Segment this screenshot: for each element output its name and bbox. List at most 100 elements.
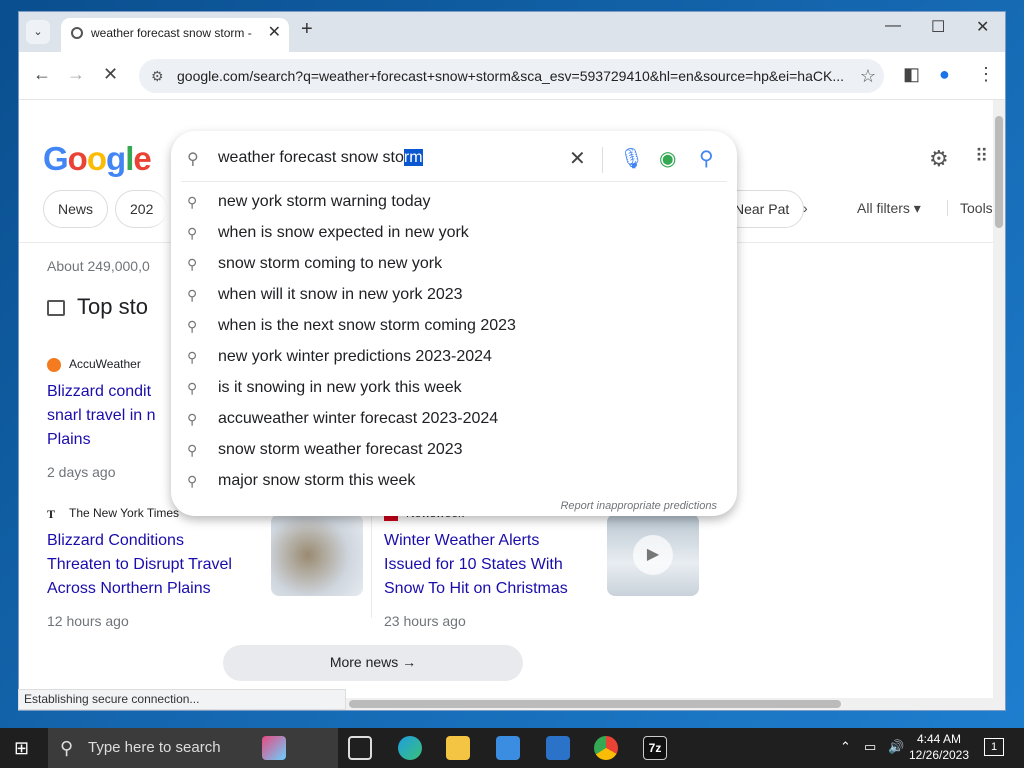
story-thumbnail[interactable]	[271, 514, 363, 596]
all-filters-button[interactable]: All filters ▾	[857, 200, 921, 217]
story-headline[interactable]: Winter Weather Alerts Issued for 10 Stat…	[384, 529, 584, 601]
url-text: google.com/search?q=weather+forecast+sno…	[177, 68, 844, 84]
suggestion-text: snow storm coming to new york	[218, 255, 443, 272]
divider	[181, 181, 727, 182]
google-logo[interactable]: Google	[43, 140, 152, 178]
clock[interactable]: 4:44 AM 12/26/2023	[900, 731, 978, 763]
chevron-right-icon[interactable]: ›	[803, 200, 808, 216]
file-explorer-icon[interactable]	[446, 736, 470, 760]
suggestion-item[interactable]: ⚲ new york storm warning today	[171, 189, 737, 220]
bookmark-star-icon[interactable]: ☆	[860, 59, 876, 93]
suggestion-text: when is snow expected in new york	[218, 224, 469, 241]
scrollbar-thumb[interactable]	[349, 700, 841, 708]
suggestion-item[interactable]: ⚲ when is snow expected in new york	[171, 220, 737, 251]
search-icon: ⚲	[187, 225, 198, 241]
suggestion-item[interactable]: ⚲ is it snowing in new york this week	[171, 375, 737, 406]
back-icon[interactable]: ←	[33, 64, 51, 85]
search-highlight-icon[interactable]	[262, 736, 286, 760]
suggestion-text: is it snowing in new york this week	[218, 379, 462, 396]
search-icon: ⚲	[187, 380, 198, 396]
search-icon: ⚲	[187, 287, 198, 303]
play-icon: ▶	[633, 535, 673, 575]
all-filters-label: All filters	[857, 200, 910, 216]
search-icon: ⚲	[187, 442, 198, 458]
suggestion-text: new york storm warning today	[218, 193, 431, 210]
active-tab[interactable]: weather forecast snow storm - ✕	[61, 18, 289, 52]
search-icon: ⚲	[187, 349, 198, 365]
story-source: AccuWeather	[47, 357, 141, 372]
vertical-scrollbar[interactable]	[993, 100, 1005, 700]
taskbar-search[interactable]: ⚲ Type here to search	[48, 728, 338, 768]
search-box: ⚲ weather forecast snow storm ✕ 🎙 ◉ ⚲ ⚲ n…	[171, 131, 737, 516]
suggestion-item[interactable]: ⚲ snow storm weather forecast 2023	[171, 437, 737, 468]
chrome-icon[interactable]	[594, 736, 618, 760]
suggestion-item[interactable]: ⚲ accuweather winter forecast 2023-2024	[171, 406, 737, 437]
apps-grid-icon[interactable]: ⠿	[975, 146, 988, 167]
menu-icon[interactable]: ⋮	[977, 64, 995, 85]
microphone-icon[interactable]: 🎙	[619, 146, 644, 171]
tab-search-button[interactable]: ⌄	[26, 20, 50, 44]
more-news-button[interactable]: More news →	[223, 645, 523, 681]
browser-window: ⌄ weather forecast snow storm - ✕ + — ☐ …	[18, 11, 1006, 711]
clear-icon[interactable]: ✕	[569, 146, 586, 171]
mail-icon[interactable]	[546, 736, 570, 760]
minimize-icon[interactable]: —	[885, 17, 901, 35]
maximize-icon[interactable]: ☐	[931, 17, 945, 37]
suggestion-item[interactable]: ⚲ snow storm coming to new york	[171, 251, 737, 282]
story-headline[interactable]: Blizzard Conditions Threaten to Disrupt …	[47, 529, 247, 601]
suggestion-text: accuweather winter forecast 2023-2024	[218, 410, 499, 427]
forward-icon[interactable]: →	[67, 64, 85, 85]
chip-news[interactable]: News	[43, 190, 109, 228]
story-source: T The New York Times	[47, 506, 179, 521]
network-icon[interactable]: ▭	[864, 739, 876, 755]
search-icon: ⚲	[60, 738, 74, 758]
7zip-icon[interactable]: 7z	[643, 736, 667, 760]
suggestion-text: when is the next snow storm coming 2023	[218, 317, 516, 334]
suggestion-text: major snow storm this week	[218, 472, 416, 489]
story-age: 12 hours ago	[47, 613, 129, 629]
search-input[interactable]: weather forecast snow storm	[218, 149, 423, 167]
tab-bar: ⌄ weather forecast snow storm - ✕ + — ☐ …	[19, 12, 1005, 52]
suggestion-item[interactable]: ⚲ when will it snow in new york 2023	[171, 282, 737, 313]
edge-icon[interactable]	[398, 736, 422, 760]
search-submit-icon[interactable]: ⚲	[699, 146, 714, 171]
story-age: 2 days ago	[47, 464, 116, 480]
chevron-up-icon[interactable]: ⌃	[840, 739, 851, 755]
accuweather-icon	[47, 357, 61, 372]
suggestion-text: when will it snow in new york 2023	[218, 286, 463, 303]
tools-button[interactable]: Tools	[947, 200, 993, 216]
taskbar-search-placeholder: Type here to search	[88, 739, 221, 756]
tab-title: weather forecast snow storm -	[91, 26, 252, 40]
suggestion-item[interactable]: ⚲ new york winter predictions 2023-2024	[171, 344, 737, 375]
scrollbar-thumb[interactable]	[995, 116, 1003, 228]
side-panel-icon[interactable]: ◧	[903, 64, 920, 85]
top-stories-heading: Top sto	[47, 294, 148, 320]
search-icon: ⚲	[187, 411, 198, 427]
stop-icon[interactable]: ✕	[103, 64, 118, 85]
camera-lens-icon[interactable]: ◉	[659, 146, 676, 171]
chip-date[interactable]: 202	[115, 190, 168, 228]
site-info-icon[interactable]: ⚙	[151, 59, 164, 93]
video-thumbnail[interactable]: ▶	[607, 514, 699, 596]
task-view-icon[interactable]	[348, 736, 372, 760]
suggestion-item[interactable]: ⚲ major snow storm this week	[171, 468, 737, 499]
browser-toolbar: ← → ✕ ⚙ google.com/search?q=weather+fore…	[19, 52, 1005, 100]
new-tab-button[interactable]: +	[301, 18, 313, 41]
close-window-icon[interactable]: ✕	[976, 17, 989, 37]
suggestion-item[interactable]: ⚲ when is the next snow storm coming 2023	[171, 313, 737, 344]
query-text: weather forecast snow sto	[218, 149, 404, 166]
windows-start-icon[interactable]: ⊞	[14, 738, 29, 759]
source-name: The New York Times	[69, 506, 180, 520]
address-bar[interactable]: ⚙ google.com/search?q=weather+forecast+s…	[139, 59, 884, 93]
settings-gear-icon[interactable]: ⚙	[929, 146, 949, 172]
story-headline[interactable]: Blizzard condit snarl travel in n Plains	[47, 380, 167, 452]
report-predictions-link[interactable]: Report inappropriate predictions	[560, 500, 717, 512]
profile-icon[interactable]: ●	[939, 64, 950, 85]
store-icon[interactable]	[496, 736, 520, 760]
notification-icon[interactable]: 1	[984, 738, 1004, 756]
search-icon: ⚲	[187, 151, 199, 168]
search-icon: ⚲	[187, 473, 198, 489]
close-tab-icon[interactable]: ✕	[268, 18, 281, 48]
nyt-icon: T	[47, 506, 56, 521]
loading-icon	[71, 27, 83, 39]
